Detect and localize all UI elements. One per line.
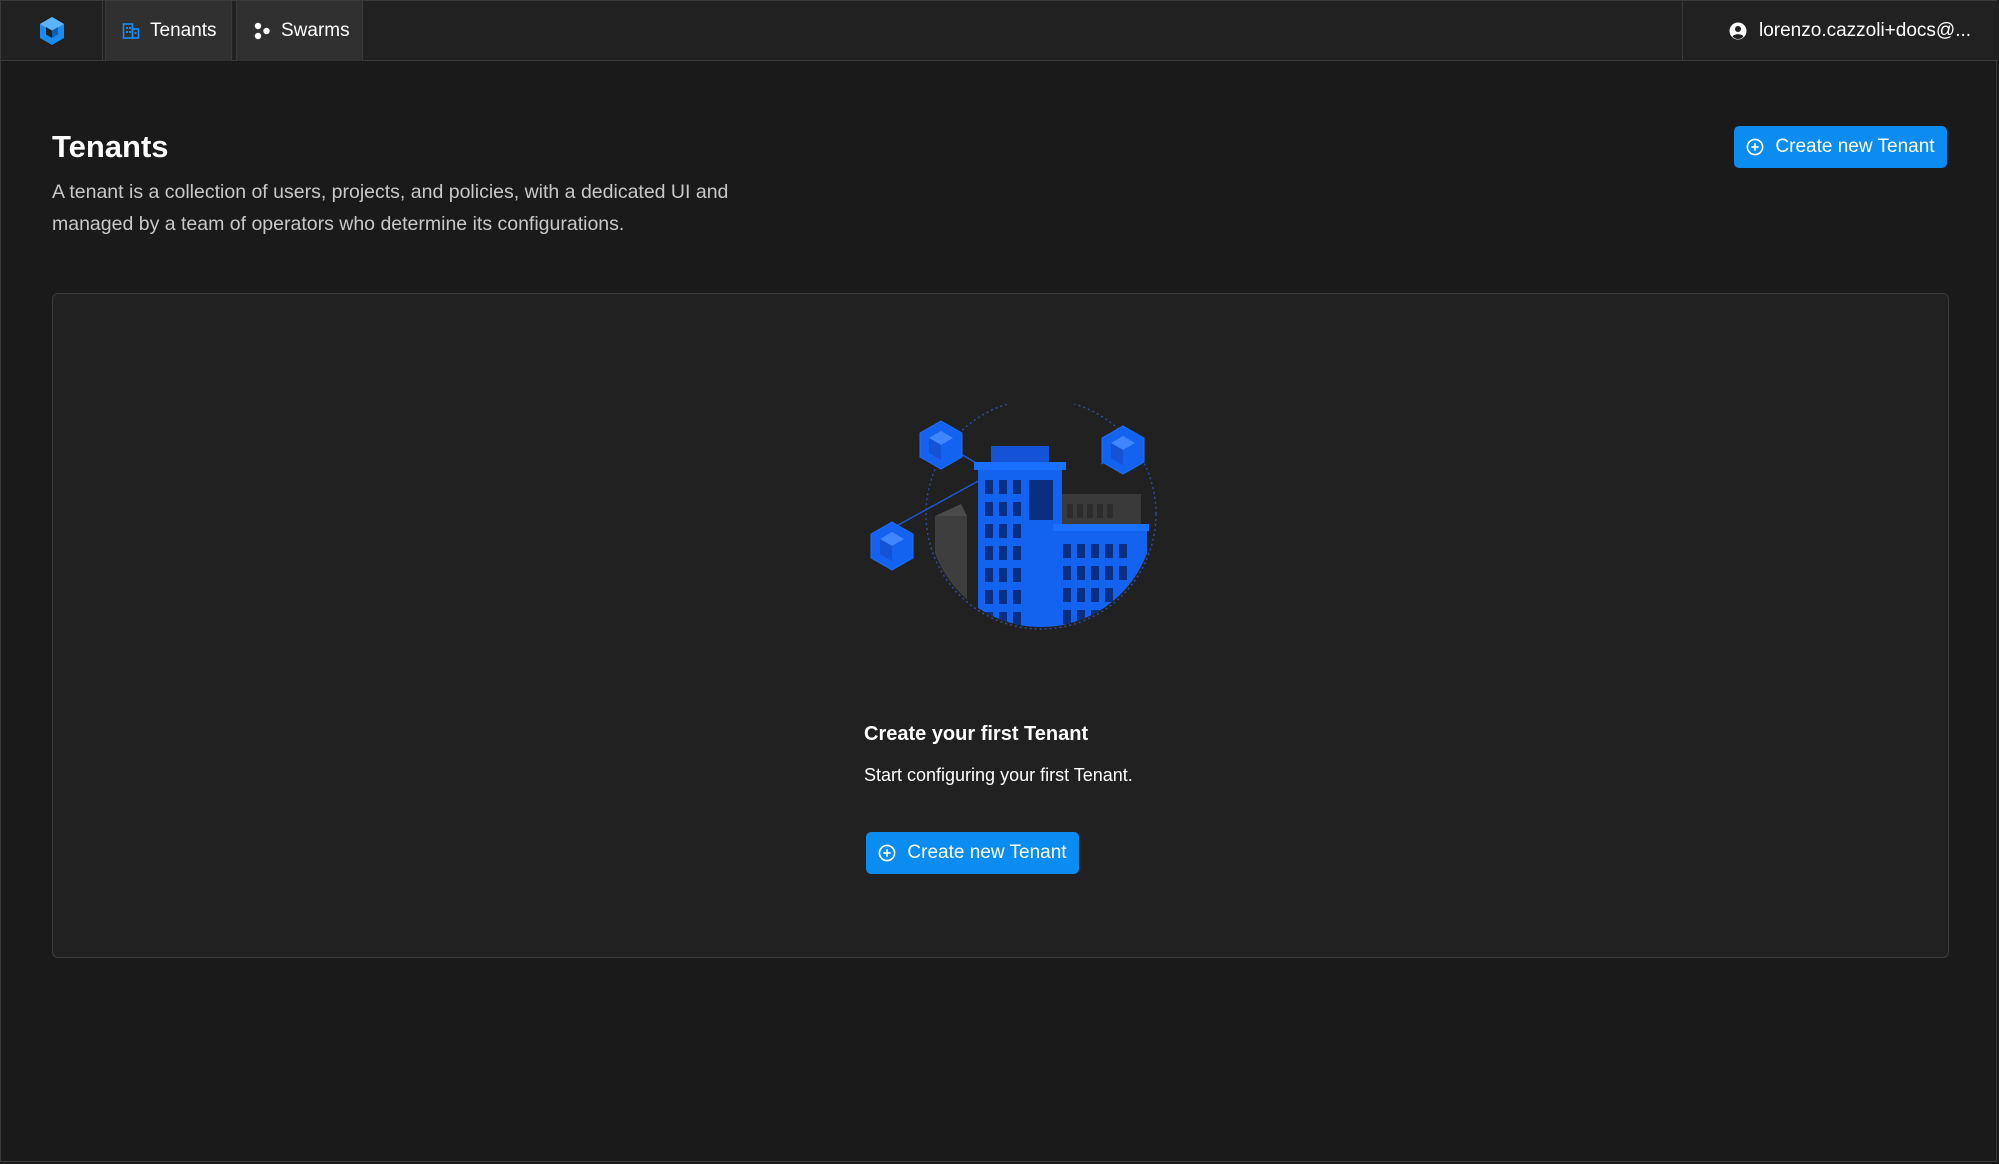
empty-state-subtitle: Start configuring your first Tenant. xyxy=(864,765,1133,785)
tenant-building-illustration xyxy=(870,404,1157,630)
tab-swarms-label: Swarms xyxy=(281,20,350,41)
page-description: A tenant is a collection of users, proje… xyxy=(52,181,729,235)
top-navigation-bar: Tenants Swarms lorenzo.cazzoli+docs@... xyxy=(1,1,1998,61)
create-first-tenant-button[interactable]: Create new Tenant xyxy=(866,832,1079,874)
plus-circle-icon xyxy=(878,844,896,862)
user-circle-icon xyxy=(1729,22,1747,40)
user-menu[interactable]: lorenzo.cazzoli+docs@... xyxy=(1682,1,1998,61)
app-frame: Tenants Swarms lorenzo.cazzoli+docs@... … xyxy=(0,0,1998,1162)
create-first-tenant-button-label: Create new Tenant xyxy=(907,842,1067,863)
create-tenant-button[interactable]: Create new Tenant xyxy=(1734,126,1947,168)
tab-tenants[interactable]: Tenants xyxy=(105,1,232,61)
cube-logo-icon xyxy=(39,17,64,45)
create-tenant-button-label: Create new Tenant xyxy=(1775,136,1935,157)
user-email: lorenzo.cazzoli+docs@... xyxy=(1759,20,1972,41)
page-title: Tenants xyxy=(52,129,169,164)
logo[interactable] xyxy=(1,1,103,61)
plus-circle-icon xyxy=(1746,138,1764,156)
empty-state-card: Create your first Tenant Start configuri… xyxy=(52,293,1949,958)
tab-tenants-label: Tenants xyxy=(150,20,217,41)
tab-swarms[interactable]: Swarms xyxy=(236,1,363,61)
swarm-nodes-icon xyxy=(253,22,271,40)
building-icon xyxy=(122,22,140,40)
empty-state-title: Create your first Tenant xyxy=(864,723,1089,745)
